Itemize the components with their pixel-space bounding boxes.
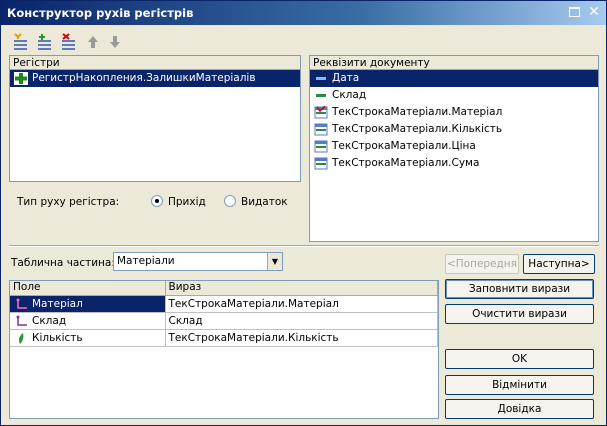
field-name: Кількість xyxy=(32,331,83,344)
radio-dot xyxy=(155,199,159,203)
title-bar: Конструктор рухів регістрів ✕ xyxy=(1,1,606,25)
window-title: Конструктор рухів регістрів xyxy=(7,6,194,20)
list-item[interactable]: РегистрНакопления.ЗалишкиМатеріалів xyxy=(10,70,300,87)
list-item[interactable]: ТекСтрокаМатеріали.Матеріал xyxy=(310,104,598,121)
move-down-button[interactable] xyxy=(105,33,125,51)
radio-income[interactable] xyxy=(151,195,163,207)
tabular-attribute-icon xyxy=(314,140,328,153)
field-cell[interactable]: Склад xyxy=(10,312,166,330)
cancel-button[interactable]: Відмінити xyxy=(445,375,594,395)
requisite-label: ТекСтрокаМатеріали.Кількість xyxy=(332,123,503,135)
list-item[interactable]: Дата xyxy=(310,70,598,87)
dimension-icon xyxy=(16,298,27,309)
table-row[interactable]: Кількість ТекСтрокаМатеріали.Кількість xyxy=(10,329,438,347)
ok-button[interactable]: OK xyxy=(445,349,594,369)
add-all-registers-icon xyxy=(38,34,51,50)
tabular-part-label: Таблична частина: xyxy=(11,257,115,269)
table-row[interactable]: Матеріал ТекСтрокаМатеріали.Матеріал xyxy=(10,295,438,313)
help-button[interactable]: Довідка xyxy=(445,399,594,419)
divider xyxy=(9,245,599,247)
add-all-registers-button[interactable] xyxy=(35,33,55,51)
fill-expressions-button[interactable]: Заповнити вирази xyxy=(445,279,594,299)
requisite-label: Склад xyxy=(332,89,367,101)
requisite-label: Дата xyxy=(332,72,360,84)
close-button[interactable]: ✕ xyxy=(586,5,602,20)
column-header-expression[interactable]: Вираз xyxy=(165,281,438,296)
resource-icon xyxy=(19,332,24,344)
attribute-icon xyxy=(316,77,326,80)
requisite-label: ТекСтрокаМатеріали.Матеріал xyxy=(332,106,503,118)
arrow-up-icon xyxy=(88,36,98,48)
move-up-button[interactable] xyxy=(83,33,103,51)
radio-income-label[interactable]: Прихід xyxy=(168,196,206,208)
register-label: РегистрНакопления.ЗалишкиМатеріалів xyxy=(32,72,256,84)
list-item[interactable]: Склад xyxy=(310,87,598,104)
tabular-part-value: Матеріали xyxy=(117,255,175,267)
expression-cell[interactable]: ТекСтрокаМатеріали.Матеріал xyxy=(165,295,438,313)
tabular-part-select[interactable]: Матеріали ▼ xyxy=(113,252,283,271)
delete-register-icon xyxy=(62,33,75,50)
field-name: Склад xyxy=(32,314,67,327)
tabular-attribute-icon xyxy=(314,123,328,136)
add-register-icon xyxy=(14,33,27,50)
requisite-label: ТекСтрокаМатеріали.Сума xyxy=(332,157,480,169)
radio-expense-label[interactable]: Видаток xyxy=(241,196,288,208)
list-item[interactable]: ТекСтрокаМатеріали.Ціна xyxy=(310,138,598,155)
field-name: Матеріал xyxy=(32,297,83,310)
expression-cell[interactable]: ТекСтрокаМатеріали.Кількість xyxy=(165,329,438,347)
close-icon: ✕ xyxy=(588,4,600,20)
requisites-header: Реквізити документу xyxy=(310,56,598,70)
list-item[interactable]: ТекСтрокаМатеріали.Сума xyxy=(310,155,598,172)
requisite-label: ТекСтрокаМатеріали.Ціна xyxy=(332,140,476,152)
movement-type-label: Тип руху регістра: xyxy=(17,196,120,208)
registers-header: Регістри xyxy=(10,56,300,70)
field-cell[interactable]: Матеріал xyxy=(10,295,166,313)
delete-register-button[interactable] xyxy=(59,33,79,51)
fields-table: Поле Вираз Матеріал ТекСтрокаМатеріали.М… xyxy=(10,281,438,347)
maximize-button[interactable] xyxy=(567,5,583,20)
column-header-field[interactable]: Поле xyxy=(10,281,166,296)
clear-expressions-button[interactable]: Очистити вирази xyxy=(445,304,594,324)
list-item[interactable]: ТекСтрокаМатеріали.Кількість xyxy=(310,121,598,138)
next-button[interactable]: Наступна> xyxy=(523,254,595,274)
plus-green-icon xyxy=(14,72,28,85)
fields-grid: Поле Вираз Матеріал ТекСтрокаМатеріали.М… xyxy=(9,280,439,419)
arrow-down-icon xyxy=(110,36,120,48)
chevron-down-icon[interactable]: ▼ xyxy=(267,253,282,270)
expression-cell[interactable]: Склад xyxy=(165,312,438,330)
register-movements-dialog: Конструктор рухів регістрів ✕ Регістри Р… xyxy=(0,0,607,426)
radio-expense[interactable] xyxy=(224,195,236,207)
tabular-attribute-icon xyxy=(314,157,328,170)
prev-button[interactable]: <Попередня xyxy=(445,254,519,274)
registers-panel: Регістри РегистрНакопления.ЗалишкиМатері… xyxy=(9,55,301,182)
maximize-icon xyxy=(569,7,580,17)
dimension-icon xyxy=(16,315,27,326)
add-register-button[interactable] xyxy=(11,33,31,51)
table-row[interactable]: Склад Склад xyxy=(10,312,438,330)
requisites-panel: Реквізити документу Дата Склад ТекСтрока… xyxy=(309,55,599,242)
attribute-icon xyxy=(316,94,326,97)
tabular-attribute-icon xyxy=(314,106,328,119)
field-cell[interactable]: Кількість xyxy=(10,329,166,347)
